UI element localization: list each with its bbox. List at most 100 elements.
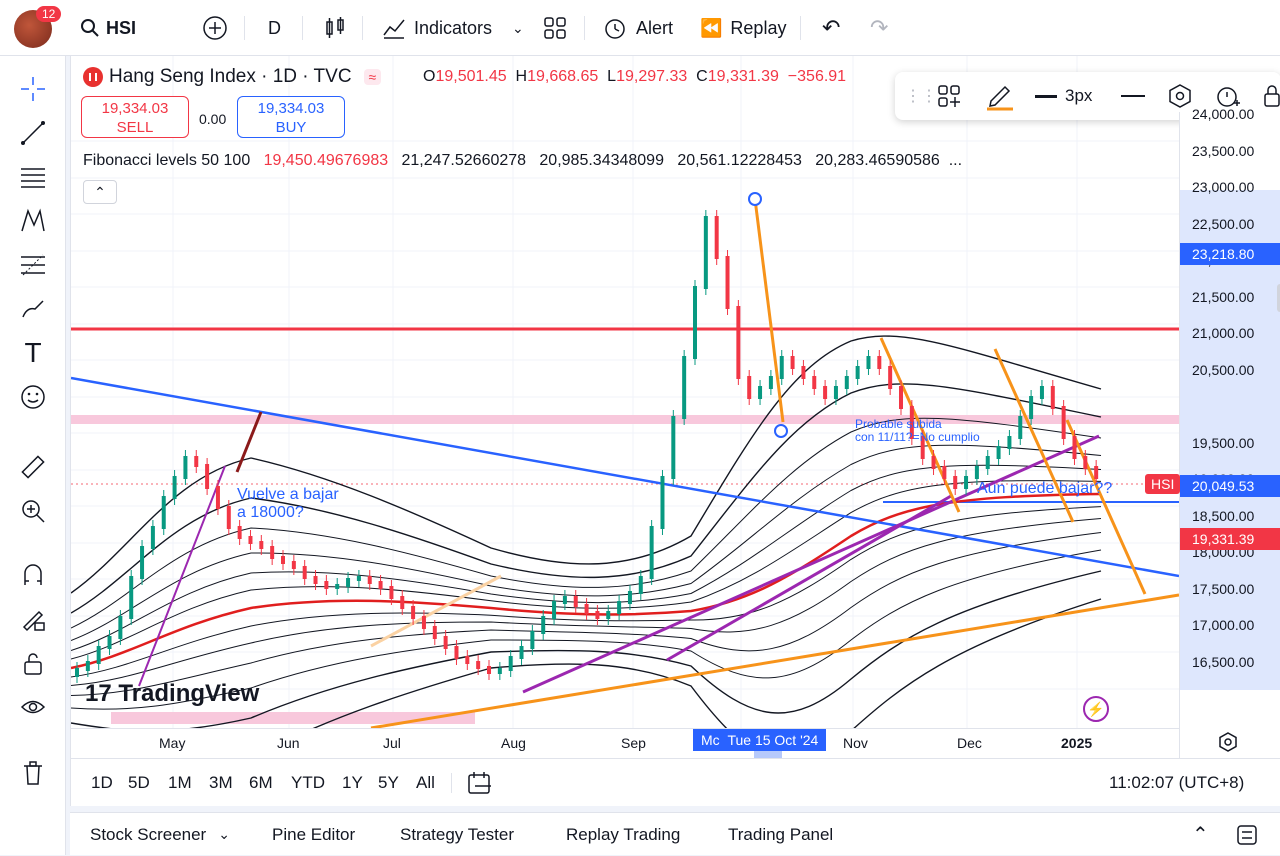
wave-icon[interactable]: ≈ bbox=[363, 69, 382, 85]
candle-body bbox=[747, 376, 752, 399]
range-1d[interactable]: 1D bbox=[91, 759, 113, 807]
tab-strategy-tester[interactable]: Strategy Tester bbox=[400, 813, 514, 856]
fib-tools-icon[interactable] bbox=[16, 248, 50, 282]
compare-button[interactable] bbox=[202, 0, 228, 56]
text-icon[interactable]: T bbox=[16, 336, 50, 370]
moving-average-line[interactable] bbox=[71, 492, 1102, 670]
redo-icon[interactable]: ↷ bbox=[870, 0, 888, 56]
annotation-probable[interactable]: Probable subida con 11/11?=No cumplio bbox=[855, 418, 980, 444]
tab-replay-trading[interactable]: Replay Trading bbox=[566, 813, 680, 856]
horizontal-lines-icon[interactable] bbox=[16, 160, 50, 194]
anchor-point-top[interactable] bbox=[748, 192, 762, 206]
candle-body bbox=[140, 546, 145, 579]
maximize-panel-icon[interactable] bbox=[1236, 813, 1258, 856]
line-style-icon[interactable] bbox=[1121, 72, 1145, 120]
chart-pane[interactable]: Hang Seng Index · 1D · TVC ≈ O19,501.45 … bbox=[70, 56, 1280, 806]
tab-trading-panel[interactable]: Trading Panel bbox=[728, 813, 833, 856]
candle-body bbox=[931, 456, 936, 469]
candle-body bbox=[519, 646, 524, 659]
time-scale[interactable]: May Jun Jul Aug Sep Nov Dec 2025 Mc Tue … bbox=[71, 728, 1237, 759]
candle-body bbox=[866, 356, 871, 369]
anchor-point-bottom[interactable] bbox=[774, 424, 788, 438]
layouts-button[interactable] bbox=[544, 0, 566, 56]
sell-price: 19,334.03 bbox=[101, 100, 169, 117]
symbol-search[interactable]: HSI bbox=[80, 0, 136, 56]
fibonacci-legend[interactable]: Fibonacci levels 50 100 19,450.49676983 … bbox=[83, 152, 962, 170]
range-6m[interactable]: 6M bbox=[249, 759, 273, 807]
symbol-label: HSI bbox=[106, 17, 137, 38]
time-label-aug: Aug bbox=[501, 735, 526, 751]
price-scale[interactable]: 24,000.0023,500.0023,000.0022,500.0022,0… bbox=[1179, 106, 1280, 758]
symbol-legend[interactable]: Hang Seng Index · 1D · TVC ≈ bbox=[83, 66, 382, 88]
candle-body bbox=[562, 596, 567, 604]
line-width-button[interactable]: 3px bbox=[1035, 72, 1092, 120]
candle-body bbox=[964, 476, 969, 489]
alert-button[interactable]: Alert bbox=[602, 0, 673, 56]
range-all[interactable]: All bbox=[416, 759, 435, 807]
cursor-date-label: Mc Tue 15 Oct '24 bbox=[693, 729, 827, 751]
drag-handle-icon[interactable]: ⋮⋮ bbox=[905, 72, 937, 120]
templates-icon[interactable] bbox=[937, 72, 961, 120]
time-settings-icon[interactable] bbox=[1217, 731, 1239, 758]
blue-trend-line[interactable] bbox=[71, 376, 1179, 578]
candle-body bbox=[996, 446, 1001, 459]
tab-stock-screener[interactable]: Stock Screener ⌄ bbox=[90, 813, 230, 856]
ruler-icon[interactable] bbox=[16, 450, 50, 484]
clock-timezone[interactable]: 11:02:07 (UTC+8) bbox=[1109, 759, 1244, 807]
expand-panel-chevron-up-icon[interactable]: ⌃ bbox=[1192, 813, 1209, 856]
brush-icon[interactable] bbox=[16, 292, 50, 326]
pattern-icon[interactable] bbox=[16, 204, 50, 238]
price-label-top: 23,218.80 bbox=[1180, 243, 1280, 265]
purple-trend-line-2[interactable] bbox=[666, 494, 952, 662]
range-5y[interactable]: 5Y bbox=[378, 759, 399, 807]
candle-body bbox=[953, 476, 958, 489]
candle-body bbox=[465, 656, 470, 664]
candle-body bbox=[1050, 386, 1055, 409]
lightning-icon[interactable]: ⚡ bbox=[1083, 696, 1109, 722]
range-1m[interactable]: 1M bbox=[168, 759, 192, 807]
candle-body bbox=[172, 476, 177, 499]
trend-line-icon[interactable] bbox=[16, 116, 50, 150]
indicators-button[interactable]: Indicators bbox=[382, 0, 492, 56]
candle-body bbox=[161, 496, 166, 529]
collapse-legend-chevron-up-icon[interactable]: ⌃ bbox=[83, 180, 117, 204]
lower-zone[interactable] bbox=[111, 712, 475, 724]
candle-body bbox=[899, 386, 903, 409]
emoji-icon[interactable] bbox=[16, 380, 50, 414]
range-5d[interactable]: 5D bbox=[128, 759, 150, 807]
range-ytd[interactable]: YTD bbox=[291, 759, 325, 807]
buy-button[interactable]: 19,334.03 BUY bbox=[237, 96, 345, 138]
candle-body bbox=[627, 591, 632, 604]
undo-icon[interactable]: ↶ bbox=[822, 0, 840, 56]
time-label-2025: 2025 bbox=[1061, 735, 1093, 751]
candle-body bbox=[877, 356, 882, 369]
time-label-dec: Dec bbox=[957, 735, 982, 751]
orange-down-line-4[interactable] bbox=[1065, 419, 1147, 595]
replay-button[interactable]: ⏪ Replay bbox=[700, 0, 786, 56]
interval-button[interactable]: D bbox=[268, 0, 281, 56]
hsi-logo-icon bbox=[83, 67, 103, 87]
candle-body bbox=[649, 526, 654, 579]
sell-button[interactable]: 19,334.03 SELL bbox=[81, 96, 189, 138]
tab-pine-editor[interactable]: Pine Editor bbox=[272, 813, 355, 856]
line-color-pencil-icon[interactable] bbox=[985, 72, 1015, 120]
go-to-date-calendar-icon[interactable] bbox=[467, 759, 493, 807]
annotation-aun-puede[interactable]: Aun puede bajar?? bbox=[977, 480, 1112, 498]
range-3m[interactable]: 3M bbox=[209, 759, 233, 807]
annotation-vuelve[interactable]: Vuelve a bajar a 18000? bbox=[237, 486, 339, 522]
magnet-icon[interactable] bbox=[16, 558, 50, 592]
trash-icon[interactable] bbox=[16, 756, 50, 790]
last-price-label: 19,331.39 bbox=[1180, 528, 1280, 550]
chart-type-button[interactable] bbox=[324, 0, 346, 56]
buy-label: BUY bbox=[275, 119, 307, 136]
zoom-in-icon[interactable] bbox=[16, 494, 50, 528]
range-1y[interactable]: 1Y bbox=[342, 759, 363, 807]
stay-in-drawing-mode-icon[interactable] bbox=[16, 602, 50, 636]
lock-icon[interactable] bbox=[16, 646, 50, 680]
eye-icon[interactable] bbox=[16, 690, 50, 724]
crosshair-icon[interactable] bbox=[16, 72, 50, 106]
indicators-dropdown-chevron-icon[interactable]: ⌄ bbox=[512, 0, 524, 56]
support-zone[interactable] bbox=[71, 415, 1179, 424]
candle-body bbox=[432, 626, 437, 639]
candle-body bbox=[660, 476, 665, 529]
